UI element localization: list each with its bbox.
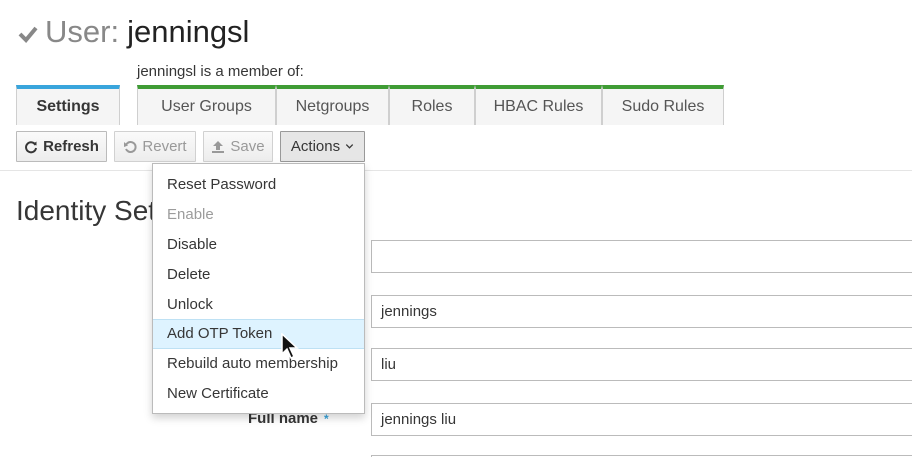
tab-settings[interactable]: Settings xyxy=(16,85,120,125)
chevron-down-icon xyxy=(345,144,354,149)
member-of-label: jenningsl is a member of: xyxy=(137,63,304,80)
tab-sudo-rules[interactable]: Sudo Rules xyxy=(602,85,724,125)
undo-icon xyxy=(124,140,137,153)
menu-item-disable[interactable]: Disable xyxy=(153,230,364,260)
last-name-input[interactable]: liu xyxy=(371,348,912,381)
tab-roles[interactable]: Roles xyxy=(389,85,475,125)
full-name-input[interactable]: jennings liu xyxy=(371,403,912,436)
menu-item-rebuild-auto-membership[interactable]: Rebuild auto membership xyxy=(153,349,364,379)
page-title: User: jenningsl xyxy=(17,12,249,52)
menu-item-new-certificate[interactable]: New Certificate xyxy=(153,379,364,409)
tab-user-groups[interactable]: User Groups xyxy=(137,85,276,125)
refresh-button[interactable]: Refresh xyxy=(16,131,107,162)
tab-hbac-rules[interactable]: HBAC Rules xyxy=(475,85,602,125)
menu-item-enable[interactable]: Enable xyxy=(153,200,364,230)
username: jenningsl xyxy=(127,14,250,49)
refresh-icon xyxy=(25,140,38,153)
required-indicator: * xyxy=(324,412,329,426)
save-label: Save xyxy=(230,138,265,155)
revert-label: Revert xyxy=(142,138,187,155)
refresh-label: Refresh xyxy=(43,138,99,155)
actions-label: Actions xyxy=(290,138,341,155)
menu-item-reset-password[interactable]: Reset Password xyxy=(153,170,364,200)
menu-item-delete[interactable]: Delete xyxy=(153,259,364,289)
upload-icon xyxy=(212,140,225,153)
title-prefix: User: xyxy=(45,14,120,49)
actions-menu: Reset Password Enable Disable Delete Unl… xyxy=(152,163,365,414)
mouse-cursor-icon xyxy=(281,333,299,359)
field-input-1[interactable] xyxy=(371,240,912,273)
toolbar-divider xyxy=(0,170,912,171)
tab-netgroups[interactable]: Netgroups xyxy=(276,85,389,125)
section-title: Identity Set xyxy=(16,195,157,226)
first-name-input[interactable]: jennings xyxy=(371,295,912,328)
check-icon xyxy=(18,26,38,43)
revert-button[interactable]: Revert xyxy=(114,131,196,162)
save-button[interactable]: Save xyxy=(203,131,273,162)
menu-item-add-otp-token[interactable]: Add OTP Token xyxy=(153,318,364,349)
actions-button[interactable]: Actions xyxy=(280,131,365,162)
menu-item-unlock[interactable]: Unlock xyxy=(153,289,364,319)
